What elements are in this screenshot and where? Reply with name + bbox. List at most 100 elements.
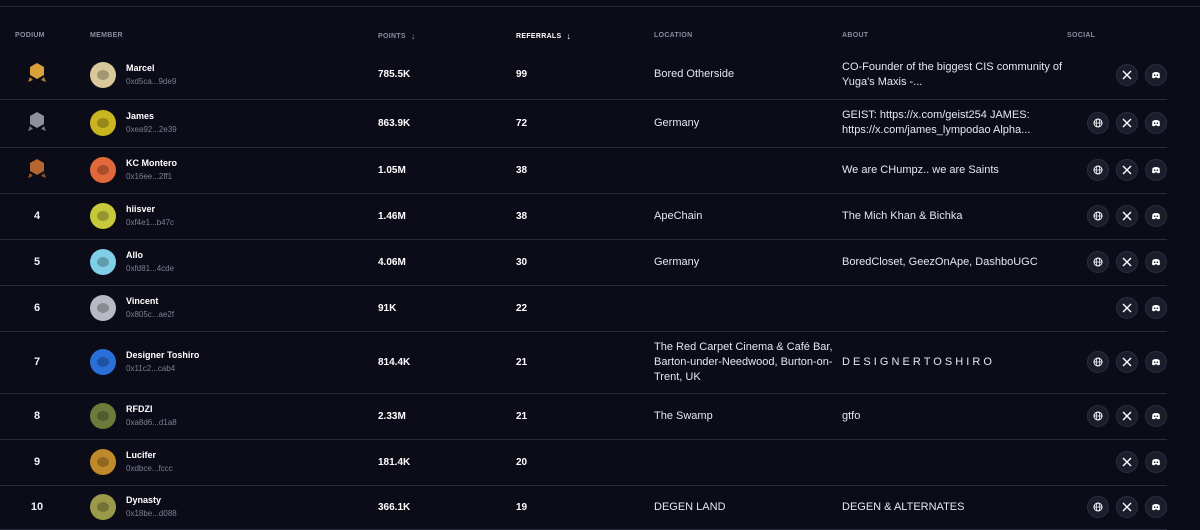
member-address: 0x11c2...cab4 [126, 364, 176, 373]
x-icon [1122, 211, 1132, 221]
x-icon [1122, 411, 1132, 421]
points-value: 1.46M [378, 193, 516, 240]
rank-number: 8 [0, 393, 78, 440]
table-row[interactable]: KC Montero 0x16ee...2ff1 1.05M 38 We are CHu… [0, 147, 1167, 194]
x-button[interactable] [1116, 451, 1138, 473]
table-row[interactable]: 7 Designer Toshiro 0x11c2...cab4 814.4K 21 Th… [0, 331, 1167, 394]
x-icon [1122, 357, 1132, 367]
discord-button[interactable] [1145, 297, 1167, 319]
member-name: KC Montero [126, 158, 177, 168]
x-button[interactable] [1116, 251, 1138, 273]
discord-button[interactable] [1145, 112, 1167, 134]
globe-button[interactable] [1087, 112, 1109, 134]
rank-number: 9 [0, 439, 78, 486]
table-row[interactable]: 8 RFDZI 0xa8d6...d1a8 2.33M 21 The Swamp gtfo [0, 393, 1167, 440]
points-value: 785.5K [378, 51, 516, 100]
member-cell[interactable]: Allo 0xfd81...4cde [78, 239, 378, 286]
table-row[interactable]: Marcel 0xd5ca...9de9 785.5K 99 Bored Othersi… [0, 51, 1167, 100]
social-cell [1067, 393, 1167, 440]
discord-button[interactable] [1145, 496, 1167, 518]
avatar [90, 295, 116, 321]
avatar [90, 157, 116, 183]
member-address: 0xfd81...4cde [126, 264, 175, 273]
header-referrals[interactable]: REFERRALS ↓ [516, 20, 654, 51]
member-cell[interactable]: Designer Toshiro 0x11c2...cab4 [78, 331, 378, 394]
member-address: 0x805c...ae2f [126, 310, 175, 319]
header-points[interactable]: POINTS ↓ [378, 20, 516, 51]
globe-button[interactable] [1087, 496, 1109, 518]
points-value: 863.9K [378, 99, 516, 148]
member-cell[interactable]: James 0xea92...2e39 [78, 99, 378, 148]
discord-button[interactable] [1145, 351, 1167, 373]
x-button[interactable] [1116, 63, 1138, 86]
discord-button[interactable] [1145, 205, 1167, 227]
avatar [90, 494, 116, 520]
member-cell[interactable]: RFDZI 0xa8d6...d1a8 [78, 393, 378, 440]
referrals-value: 99 [516, 51, 654, 100]
x-icon [1122, 457, 1132, 467]
x-button[interactable] [1116, 297, 1138, 319]
member-cell[interactable]: KC Montero 0x16ee...2ff1 [78, 147, 378, 194]
x-button[interactable] [1116, 405, 1138, 427]
discord-button[interactable] [1145, 159, 1167, 181]
discord-icon [1151, 70, 1161, 80]
x-button[interactable] [1116, 159, 1138, 181]
globe-icon [1093, 357, 1103, 367]
member-name: RFDZI [126, 404, 153, 414]
location-value: Germany [654, 99, 842, 148]
location-value: The Red Carpet Cinema & Café Bar, Barton… [654, 331, 842, 394]
x-button[interactable] [1116, 496, 1138, 518]
x-button[interactable] [1116, 112, 1138, 134]
discord-button[interactable] [1145, 405, 1167, 427]
table-row[interactable]: 6 Vincent 0x805c...ae2f 91K 22 [0, 285, 1167, 332]
discord-icon [1151, 165, 1161, 175]
globe-icon [1093, 411, 1103, 421]
rank-number: 7 [0, 331, 78, 394]
location-value [654, 285, 842, 332]
referrals-value: 38 [516, 147, 654, 194]
globe-icon [1093, 502, 1103, 512]
rank-number: 10 [0, 485, 78, 530]
discord-button[interactable] [1145, 251, 1167, 273]
discord-icon [1151, 357, 1161, 367]
referrals-value: 20 [516, 439, 654, 486]
discord-button[interactable] [1145, 451, 1167, 473]
member-name: Allo [126, 250, 143, 260]
x-icon [1122, 502, 1132, 512]
globe-button[interactable] [1087, 205, 1109, 227]
avatar [90, 349, 116, 375]
globe-button[interactable] [1087, 159, 1109, 181]
table-row[interactable]: 5 Allo 0xfd81...4cde 4.06M 30 Germany BoredClo… [0, 239, 1167, 286]
about-value [842, 439, 1067, 486]
about-value: DEGEN & ALTERNATES [842, 485, 1067, 530]
about-value: gtfo [842, 393, 1067, 440]
member-cell[interactable]: Dynasty 0x18be...d088 [78, 485, 378, 530]
member-cell[interactable]: hiisver 0xf4e1...b47c [78, 193, 378, 240]
discord-icon [1151, 411, 1161, 421]
member-cell[interactable]: Marcel 0xd5ca...9de9 [78, 51, 378, 100]
table-row[interactable]: James 0xea92...2e39 863.9K 72 Germany GEIST: … [0, 99, 1167, 148]
discord-button[interactable] [1145, 63, 1167, 86]
table-row[interactable]: 9 Lucifer 0xdbce...fccc 181.4K 20 [0, 439, 1167, 486]
member-cell[interactable]: Vincent 0x805c...ae2f [78, 285, 378, 332]
referrals-value: 38 [516, 193, 654, 240]
social-cell [1067, 285, 1167, 332]
avatar [90, 61, 116, 88]
referrals-value: 19 [516, 485, 654, 530]
x-button[interactable] [1116, 351, 1138, 373]
x-button[interactable] [1116, 205, 1138, 227]
member-name: Dynasty [126, 495, 162, 505]
member-cell[interactable]: Lucifer 0xdbce...fccc [78, 439, 378, 486]
x-icon [1122, 257, 1132, 267]
table-row[interactable]: 4 hiisver 0xf4e1...b47c 1.46M 38 ApeChain The … [0, 193, 1167, 240]
member-name: Designer Toshiro [126, 350, 200, 360]
discord-icon [1151, 303, 1161, 313]
globe-button[interactable] [1087, 405, 1109, 427]
member-address: 0xdbce...fccc [126, 464, 173, 473]
globe-button[interactable] [1087, 351, 1109, 373]
globe-button[interactable] [1087, 251, 1109, 273]
about-value: BoredCloset, GeezOnApe, DashboUGC [842, 239, 1067, 286]
sort-arrow-icon: ↓ [566, 30, 572, 41]
about-value: We are CHumpz.. we are Saints [842, 147, 1067, 194]
table-row[interactable]: 10 Dynasty 0x18be...d088 366.1K 19 DEGEN LAND… [0, 485, 1167, 530]
